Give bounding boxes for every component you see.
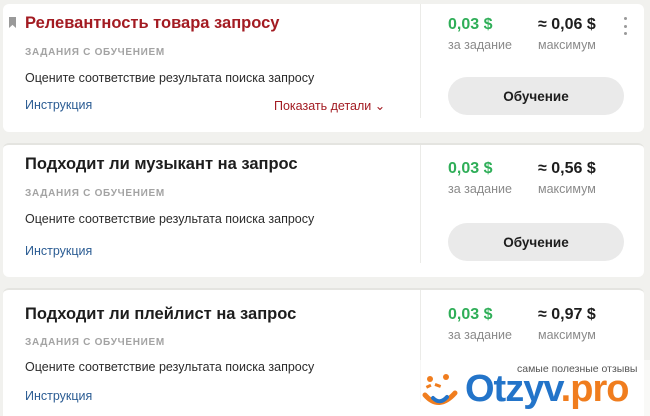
divider [420, 145, 421, 263]
instruction-link[interactable]: Инструкция [25, 389, 92, 403]
show-details-link[interactable]: Показать детали ⌄ [274, 98, 385, 113]
task-title[interactable]: Релевантность товара запросу [25, 14, 279, 33]
instruction-link[interactable]: Инструкция [25, 98, 92, 112]
task-max-caption: максимум [538, 38, 596, 52]
task-price-caption: за задание [448, 328, 512, 342]
task-price-caption: за задание [448, 38, 512, 52]
task-max-reward: ≈ 0,56 $ [538, 160, 596, 177]
task-card: Подходит ли музыкант на запрос ЗАДАНИЯ С… [3, 143, 644, 277]
task-price-caption: за задание [448, 182, 512, 196]
instruction-link[interactable]: Инструкция [25, 244, 92, 258]
watermark-brand: Otzyv.pro [465, 368, 630, 411]
task-category: ЗАДАНИЯ С ОБУЧЕНИЕМ [25, 188, 165, 199]
training-button[interactable]: Обучение [448, 77, 624, 115]
divider [420, 4, 421, 118]
task-description: Оцените соответствие результата поиска з… [25, 71, 315, 85]
task-price: 0,03 $ [448, 306, 493, 323]
task-category: ЗАДАНИЯ С ОБУЧЕНИЕМ [25, 47, 165, 58]
task-max-reward: ≈ 0,06 $ [538, 16, 596, 33]
watermark-brand-ext: .pro [560, 368, 630, 410]
task-price: 0,03 $ [448, 160, 493, 177]
task-title[interactable]: Подходит ли музыкант на запрос [25, 155, 298, 174]
task-title[interactable]: Подходит ли плейлист на запрос [25, 305, 296, 324]
task-max-reward: ≈ 0,97 $ [538, 306, 596, 323]
task-max-caption: максимум [538, 182, 596, 196]
task-max-caption: максимум [538, 328, 596, 342]
watermark-brand-name: Otzyv [465, 368, 562, 410]
task-description: Оцените соответствие результата поиска з… [25, 212, 315, 226]
more-vertical-icon[interactable] [623, 17, 627, 35]
training-button[interactable]: Обучение [448, 223, 624, 261]
task-card: Релевантность товара запросу ЗАДАНИЯ С О… [3, 4, 644, 132]
task-category: ЗАДАНИЯ С ОБУЧЕНИЕМ [25, 337, 165, 348]
task-price: 0,03 $ [448, 16, 493, 33]
otzyv-logo-icon [422, 374, 458, 405]
bookmark-icon[interactable] [9, 17, 16, 28]
task-description: Оцените соответствие результата поиска з… [25, 360, 315, 374]
